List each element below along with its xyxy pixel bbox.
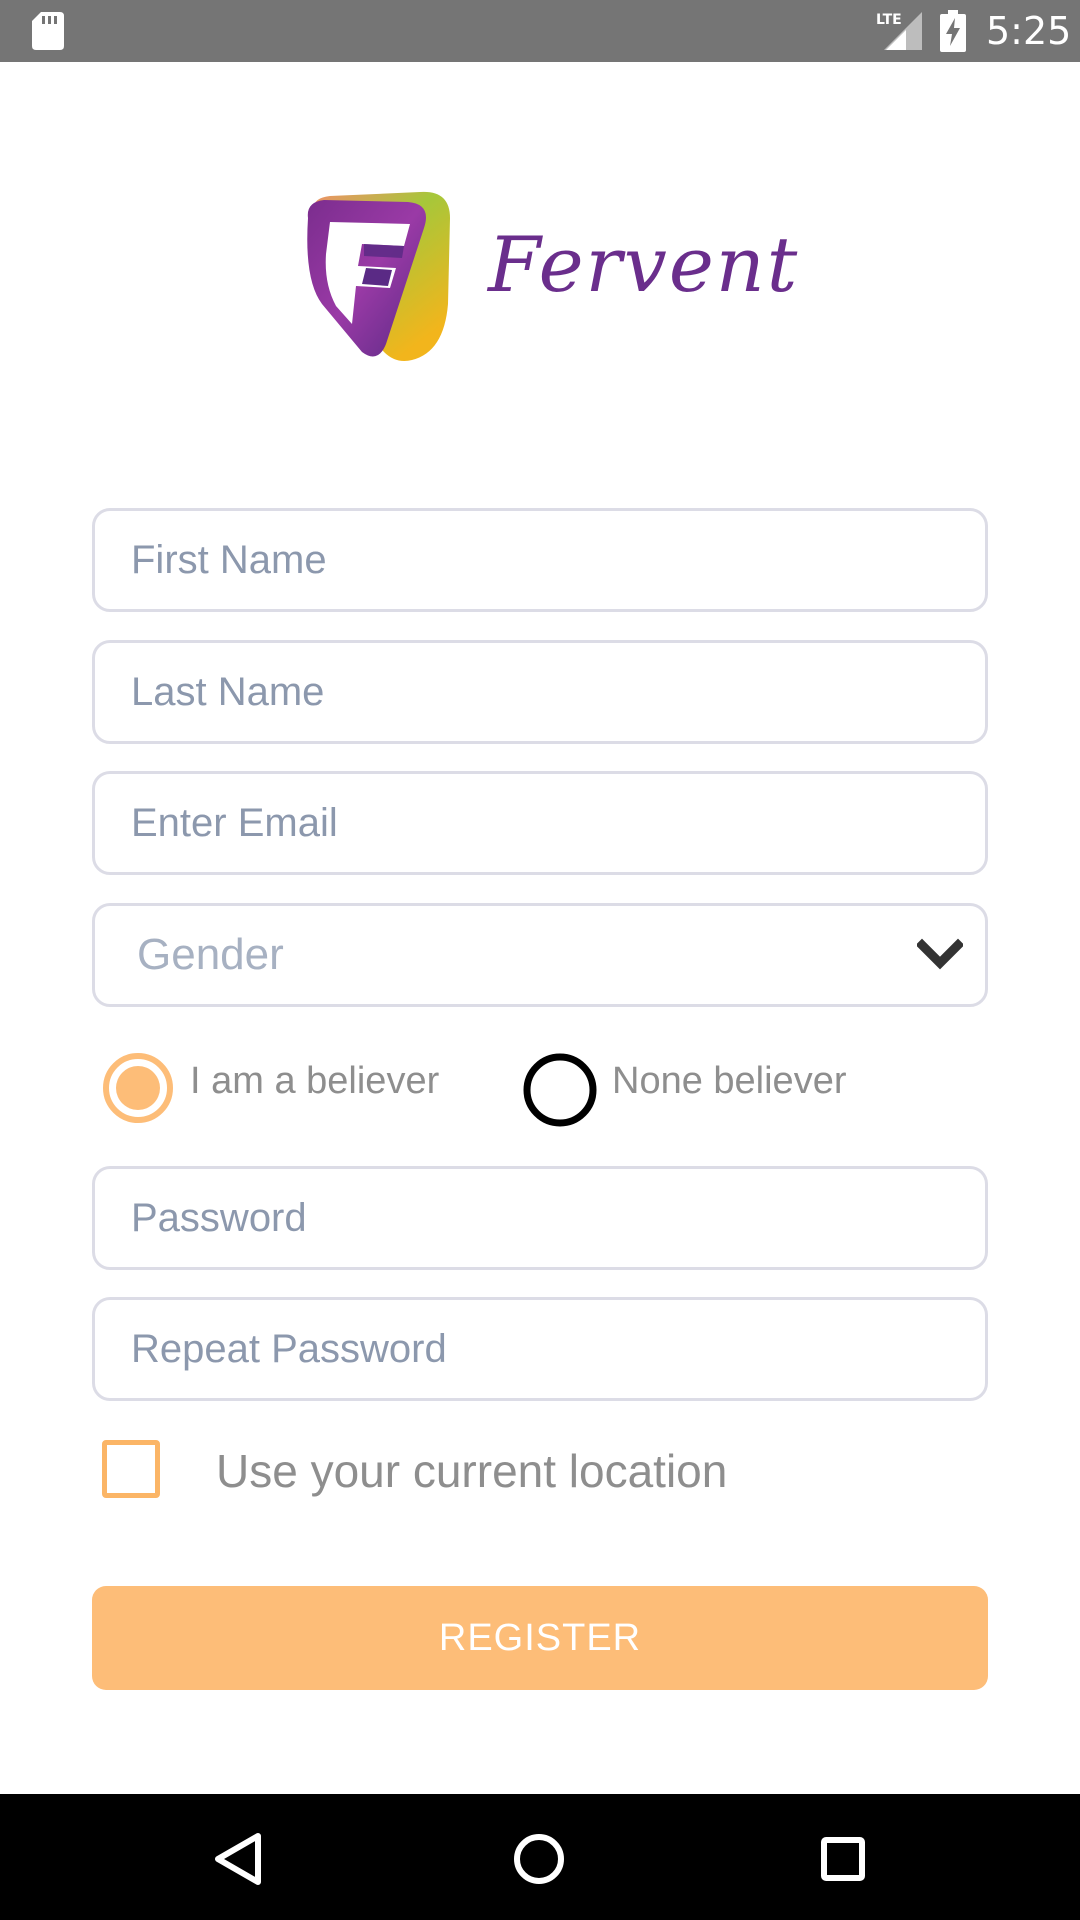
back-icon[interactable]	[202, 1824, 272, 1894]
gender-select-value: Gender	[137, 930, 284, 979]
use-location-checkbox-row[interactable]: Use your current location	[100, 1438, 980, 1502]
belief-radio-group: I am a believer None believer	[102, 1050, 982, 1130]
first-name-field[interactable]	[92, 508, 988, 612]
none-believer-radio[interactable]: None believer	[522, 1050, 942, 1130]
brand-wordmark: Fervent	[488, 220, 800, 309]
use-location-label: Use your current location	[216, 1445, 728, 1497]
chevron-down-icon[interactable]	[915, 938, 965, 977]
battery-charging-icon	[940, 10, 966, 57]
last-name-input[interactable]	[95, 643, 985, 741]
fervent-logo-mark-icon	[300, 184, 466, 369]
sd-card-icon	[32, 12, 64, 55]
use-location-checkbox[interactable]	[102, 1440, 160, 1498]
svg-text:LTE: LTE	[876, 12, 902, 28]
email-field[interactable]	[92, 771, 988, 875]
believer-radio-label: I am a believer	[190, 1060, 440, 1102]
last-name-field[interactable]	[92, 640, 988, 744]
believer-radio[interactable]: I am a believer	[102, 1050, 502, 1130]
status-bar: LTE 5:25	[0, 0, 1080, 62]
lte-signal-icon: LTE	[876, 10, 924, 57]
email-input[interactable]	[95, 774, 985, 872]
repeat-password-field[interactable]	[92, 1297, 988, 1401]
repeat-password-input[interactable]	[95, 1300, 985, 1398]
recents-icon[interactable]	[808, 1824, 878, 1894]
home-icon[interactable]	[504, 1824, 574, 1894]
none-believer-radio-label: None believer	[612, 1060, 847, 1102]
status-clock: 5:25	[986, 9, 1072, 53]
first-name-input[interactable]	[95, 511, 985, 609]
radio-selected-icon[interactable]	[102, 1052, 174, 1129]
register-button[interactable]: REGISTER	[92, 1586, 988, 1690]
brand-logo: Fervent	[300, 184, 797, 364]
password-input[interactable]	[95, 1169, 985, 1267]
gender-select[interactable]: Gender	[92, 903, 988, 1007]
system-nav-bar	[0, 1794, 1080, 1920]
radio-unselected-icon[interactable]	[522, 1052, 598, 1133]
password-field[interactable]	[92, 1166, 988, 1270]
